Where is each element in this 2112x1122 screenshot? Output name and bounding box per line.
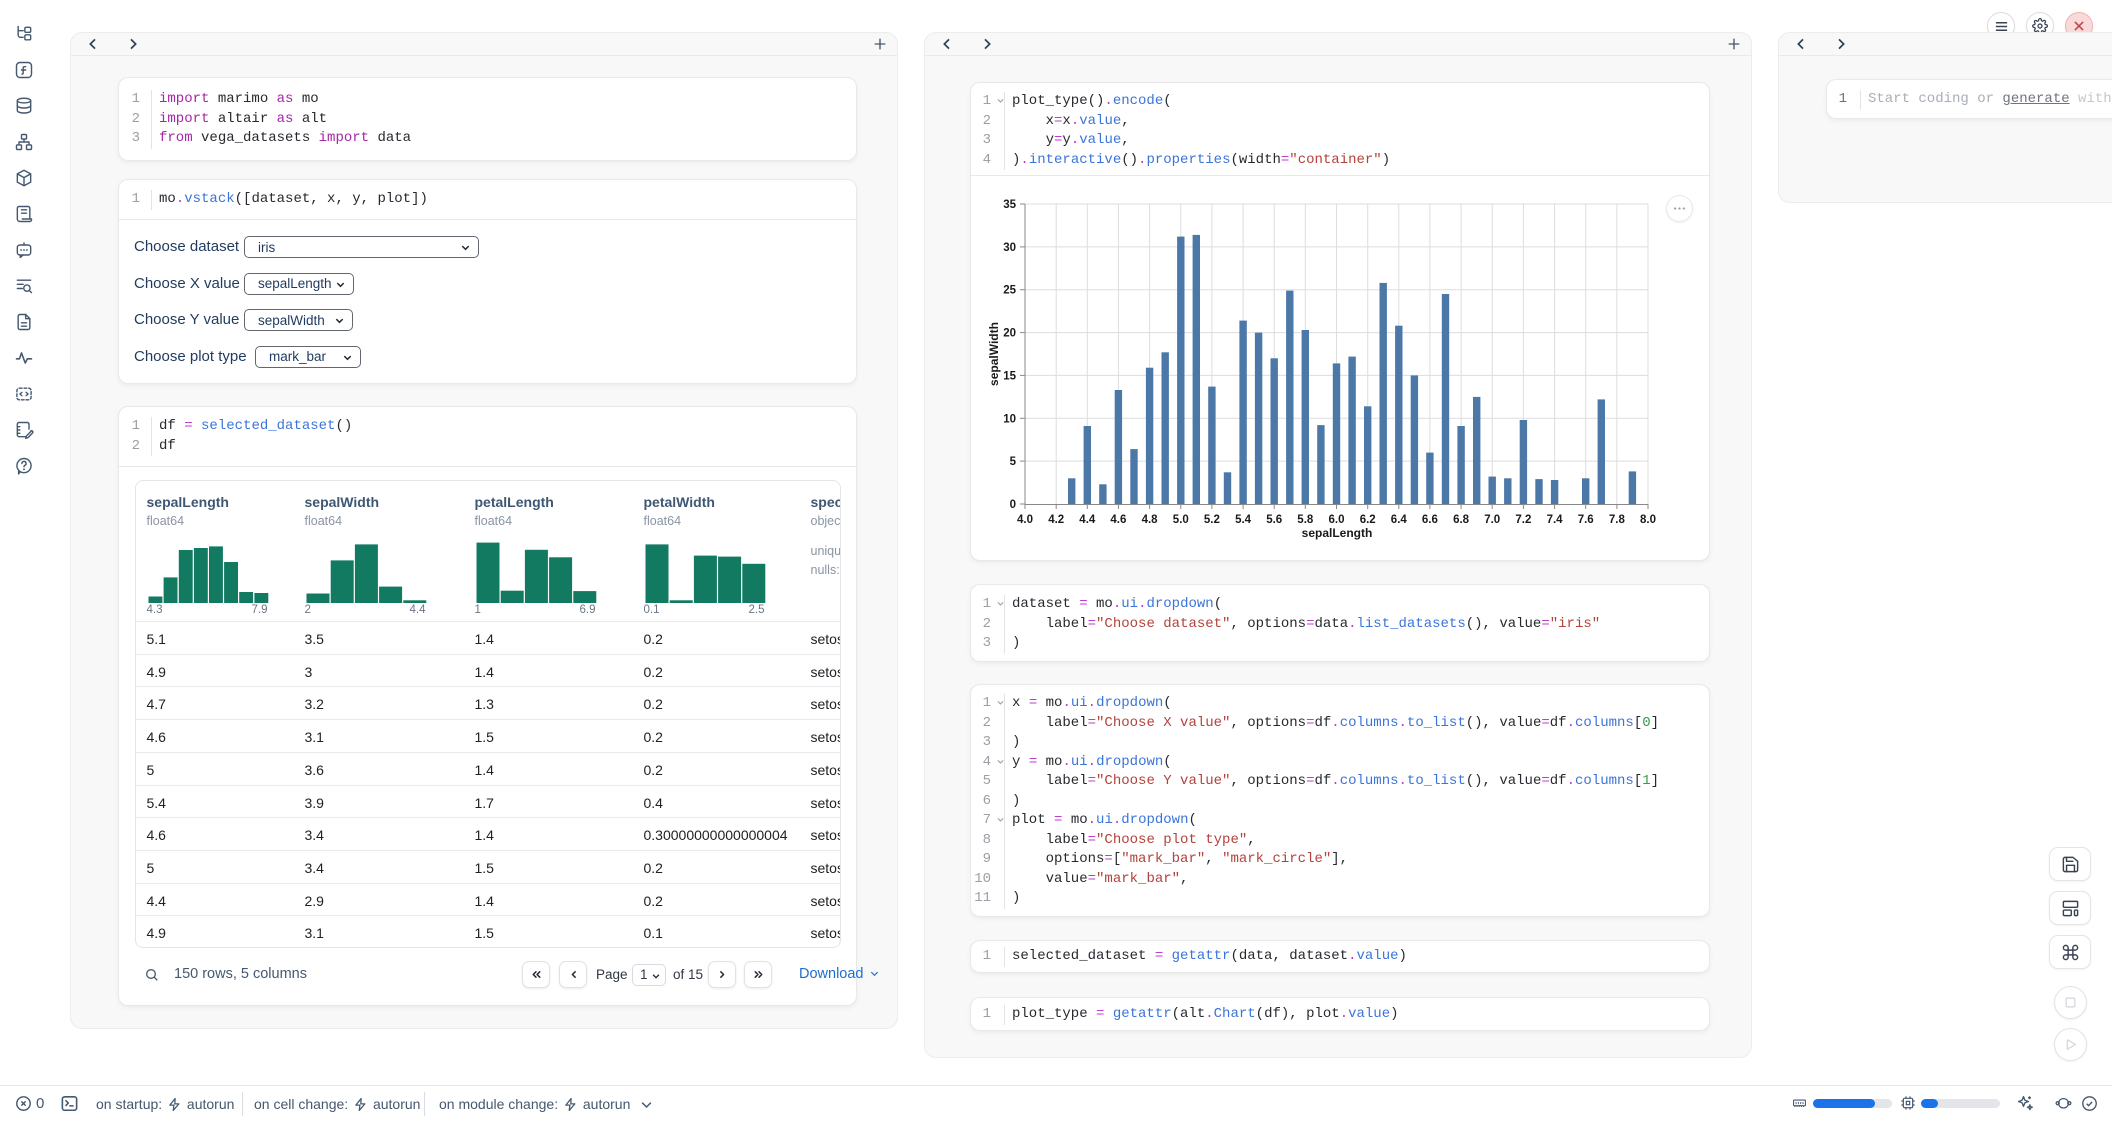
svg-text:8.0: 8.0 (1640, 514, 1656, 526)
svg-text:6.4: 6.4 (1391, 514, 1408, 526)
svg-text:4.6: 4.6 (1110, 514, 1126, 526)
svg-text:35: 35 (1003, 199, 1016, 211)
svg-text:7.6: 7.6 (1578, 514, 1594, 526)
svg-text:4.4: 4.4 (1079, 514, 1096, 526)
svg-text:7.4: 7.4 (1547, 514, 1564, 526)
svg-text:20: 20 (1003, 328, 1016, 340)
svg-text:7.0: 7.0 (1484, 514, 1500, 526)
svg-text:25: 25 (1003, 285, 1016, 297)
svg-text:30: 30 (1003, 242, 1016, 254)
svg-text:sepalWidth: sepalWidth (987, 322, 1001, 386)
svg-text:6.8: 6.8 (1453, 514, 1470, 526)
svg-text:5.8: 5.8 (1297, 514, 1314, 526)
svg-text:4.8: 4.8 (1142, 514, 1159, 526)
svg-text:5.6: 5.6 (1266, 514, 1282, 526)
svg-text:5.2: 5.2 (1204, 514, 1220, 526)
svg-text:5.4: 5.4 (1235, 514, 1252, 526)
svg-text:7.2: 7.2 (1515, 514, 1531, 526)
svg-text:4.0: 4.0 (1017, 514, 1033, 526)
svg-text:5.0: 5.0 (1173, 514, 1189, 526)
svg-text:5: 5 (1010, 456, 1017, 468)
svg-text:4.2: 4.2 (1048, 514, 1064, 526)
svg-text:15: 15 (1003, 370, 1016, 382)
svg-text:6.6: 6.6 (1422, 514, 1438, 526)
svg-text:sepalLength: sepalLength (1302, 526, 1373, 540)
svg-text:6.2: 6.2 (1360, 514, 1376, 526)
svg-text:7.8: 7.8 (1609, 514, 1626, 526)
svg-text:0: 0 (1010, 499, 1016, 511)
svg-text:10: 10 (1003, 413, 1016, 425)
svg-text:6.0: 6.0 (1329, 514, 1345, 526)
